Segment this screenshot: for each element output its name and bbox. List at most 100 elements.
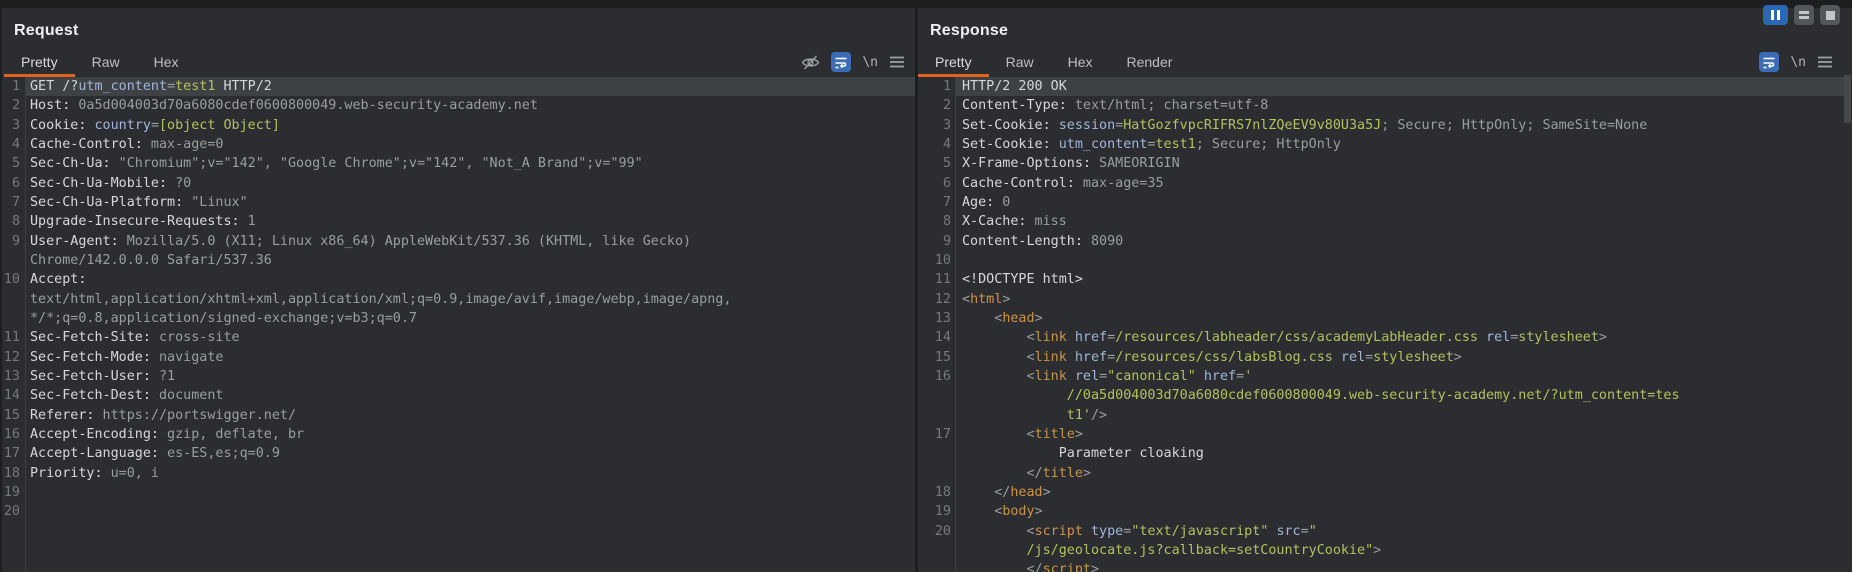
code-row[interactable]: /js/geolocate.js?callback=setCountryCook… <box>918 541 1852 560</box>
code-row[interactable]: </script> <box>918 560 1852 572</box>
request-panel: Request Pretty Raw Hex <box>2 8 915 572</box>
code-row[interactable]: 18 </head> <box>918 483 1852 502</box>
code-row[interactable]: 11 Sec-Fetch-Site: cross-site <box>2 328 915 347</box>
layout-single-button[interactable] <box>1820 5 1840 25</box>
line-number: 15 <box>2 406 20 425</box>
code-row[interactable]: 8Upgrade-Insecure-Requests: 1 <box>2 212 915 231</box>
newline-icon[interactable]: \n <box>862 55 878 70</box>
layout-columns-button[interactable] <box>1763 5 1788 25</box>
line-number: 11 <box>2 328 20 347</box>
code-text: Sec-Ch-Ua-Mobile: ?0 <box>30 174 191 193</box>
request-editor[interactable]: 1GET /?utm_content=test1 HTTP/22Host: 0a… <box>2 77 915 572</box>
line-number: 10 <box>918 251 951 270</box>
word-wrap-icon[interactable] <box>831 52 851 72</box>
code-row[interactable]: 7 Age: 0 <box>918 193 1852 212</box>
code-row[interactable]: 6Cache-Control: max-age=35 <box>918 174 1852 193</box>
response-tab-hex[interactable]: Hex <box>1051 49 1110 77</box>
code-row[interactable]: 4Set-Cookie: utm_content=test1; Secure; … <box>918 135 1852 154</box>
code-row[interactable]: 17 Accept-Language: es-ES,es;q=0.9 <box>2 444 915 463</box>
menu-icon[interactable] <box>889 55 905 69</box>
newline-icon[interactable]: \n <box>1790 55 1806 70</box>
code-row[interactable]: 1GET /?utm_content=test1 HTTP/2 <box>2 77 915 96</box>
code-row[interactable]: 3Cookie: country=[object Object] <box>2 116 915 135</box>
code-row[interactable]: t1'/> <box>918 406 1852 425</box>
response-tab-render[interactable]: Render <box>1110 49 1190 77</box>
line-number: 20 <box>2 502 20 521</box>
code-row[interactable]: 2Content-Type: text/html; charset=utf-8 <box>918 96 1852 115</box>
menu-icon[interactable] <box>1817 55 1833 69</box>
code-row[interactable]: 20 <box>2 502 915 521</box>
line-number: 17 <box>2 444 20 463</box>
code-row[interactable]: Parameter cloaking <box>918 444 1852 463</box>
code-row[interactable]: 12<html> <box>918 290 1852 309</box>
code-row[interactable]: 19 <box>2 483 915 502</box>
code-row[interactable]: 9User-Agent: Mozilla/5.0 (X11; Linux x86… <box>2 232 915 251</box>
code-text: Sec-Fetch-Site: cross-site <box>30 328 240 347</box>
code-text: <body> <box>962 502 1043 521</box>
word-wrap-icon[interactable] <box>1759 52 1779 72</box>
code-row[interactable]: 9Content-Length: 8090 <box>918 232 1852 251</box>
code-row[interactable]: 13 Sec-Fetch-User: ?1 <box>2 367 915 386</box>
line-number: 13 <box>2 367 20 386</box>
request-tab-hex[interactable]: Hex <box>137 49 196 77</box>
code-row[interactable]: 10Accept: <box>2 270 915 289</box>
line-number: 9 <box>918 232 951 251</box>
rows-icon <box>1799 11 1809 19</box>
code-text: Parameter cloaking <box>962 444 1204 463</box>
code-row[interactable]: 11<!DOCTYPE html> <box>918 270 1852 289</box>
code-text: //0a5d004003d70a6080cdef0600800049.web-s… <box>962 386 1680 405</box>
code-row[interactable]: 15 Referer: https://portswigger.net/ <box>2 406 915 425</box>
line-number: 16 <box>918 367 951 386</box>
code-row[interactable]: */*;q=0.8,application/signed-exchange;v=… <box>2 309 915 328</box>
response-scrollbar[interactable] <box>1844 75 1851 123</box>
code-row[interactable]: 4Cache-Control: max-age=0 <box>2 135 915 154</box>
code-row[interactable]: //0a5d004003d70a6080cdef0600800049.web-s… <box>918 386 1852 405</box>
code-row[interactable]: 7Sec-Ch-Ua-Platform: "Linux" <box>2 193 915 212</box>
code-row[interactable]: 8X-Cache: miss <box>918 212 1852 231</box>
code-row[interactable]: text/html,application/xhtml+xml,applicat… <box>2 290 915 309</box>
code-row[interactable]: 3Set-Cookie: session=HatGozfvpcRIFRS7nlZ… <box>918 116 1852 135</box>
response-tab-pretty[interactable]: Pretty <box>918 49 989 77</box>
code-row[interactable]: </title> <box>918 464 1852 483</box>
code-text: Accept-Language: es-ES,es;q=0.9 <box>30 444 280 463</box>
request-tab-raw[interactable]: Raw <box>75 49 137 77</box>
code-row[interactable]: 17 <title> <box>918 425 1852 444</box>
code-row[interactable]: 6Sec-Ch-Ua-Mobile: ?0 <box>2 174 915 193</box>
line-number: 9 <box>2 232 20 251</box>
layout-rows-button[interactable] <box>1794 5 1814 25</box>
code-row[interactable]: 16 <link rel="canonical" href=' <box>918 367 1852 386</box>
code-text: </head> <box>962 483 1051 502</box>
response-toolbar: \n <box>1759 49 1833 75</box>
code-text: <head> <box>962 309 1043 328</box>
code-text: Age: 0 <box>962 193 1010 212</box>
code-text: <script type="text/javascript" src=" <box>962 522 1317 541</box>
request-toolbar: \n <box>801 49 905 75</box>
code-text: Upgrade-Insecure-Requests: 1 <box>30 212 256 231</box>
code-row[interactable]: 19 <body> <box>918 502 1852 521</box>
request-tab-pretty[interactable]: Pretty <box>4 49 75 77</box>
code-text: Sec-Fetch-User: ?1 <box>30 367 175 386</box>
code-row[interactable]: 14Sec-Fetch-Dest: document <box>2 386 915 405</box>
single-pane-icon <box>1826 11 1835 20</box>
code-row[interactable]: 15 <link href=/resources/css/labsBlog.cs… <box>918 348 1852 367</box>
code-text: Sec-Ch-Ua: "Chromium";v="142", "Google C… <box>30 154 643 173</box>
line-number: 7 <box>918 193 951 212</box>
code-row[interactable]: 1HTTP/2 200 OK <box>918 77 1852 96</box>
response-editor[interactable]: 1HTTP/2 200 OK2Content-Type: text/html; … <box>918 77 1852 572</box>
code-row[interactable]: 14 <link href=/resources/labheader/css/a… <box>918 328 1852 347</box>
response-tab-raw[interactable]: Raw <box>989 49 1051 77</box>
eye-off-icon[interactable] <box>801 53 820 72</box>
code-row[interactable]: 12Sec-Fetch-Mode: navigate <box>2 348 915 367</box>
code-row[interactable]: 10 <box>918 251 1852 270</box>
code-row[interactable]: 5Sec-Ch-Ua: "Chromium";v="142", "Google … <box>2 154 915 173</box>
code-row[interactable]: 18Priority: u=0, i <box>2 464 915 483</box>
code-row[interactable]: Chrome/142.0.0.0 Safari/537.36 <box>2 251 915 270</box>
code-row[interactable]: 20 <script type="text/javascript" src=" <box>918 522 1852 541</box>
code-row[interactable]: 2Host: 0a5d004003d70a6080cdef0600800049.… <box>2 96 915 115</box>
line-number: 19 <box>2 483 20 502</box>
code-text: Accept-Encoding: gzip, deflate, br <box>30 425 304 444</box>
code-row[interactable]: 5X-Frame-Options: SAMEORIGIN <box>918 154 1852 173</box>
code-text: Referer: https://portswigger.net/ <box>30 406 296 425</box>
code-row[interactable]: 13 <head> <box>918 309 1852 328</box>
code-row[interactable]: 16Accept-Encoding: gzip, deflate, br <box>2 425 915 444</box>
